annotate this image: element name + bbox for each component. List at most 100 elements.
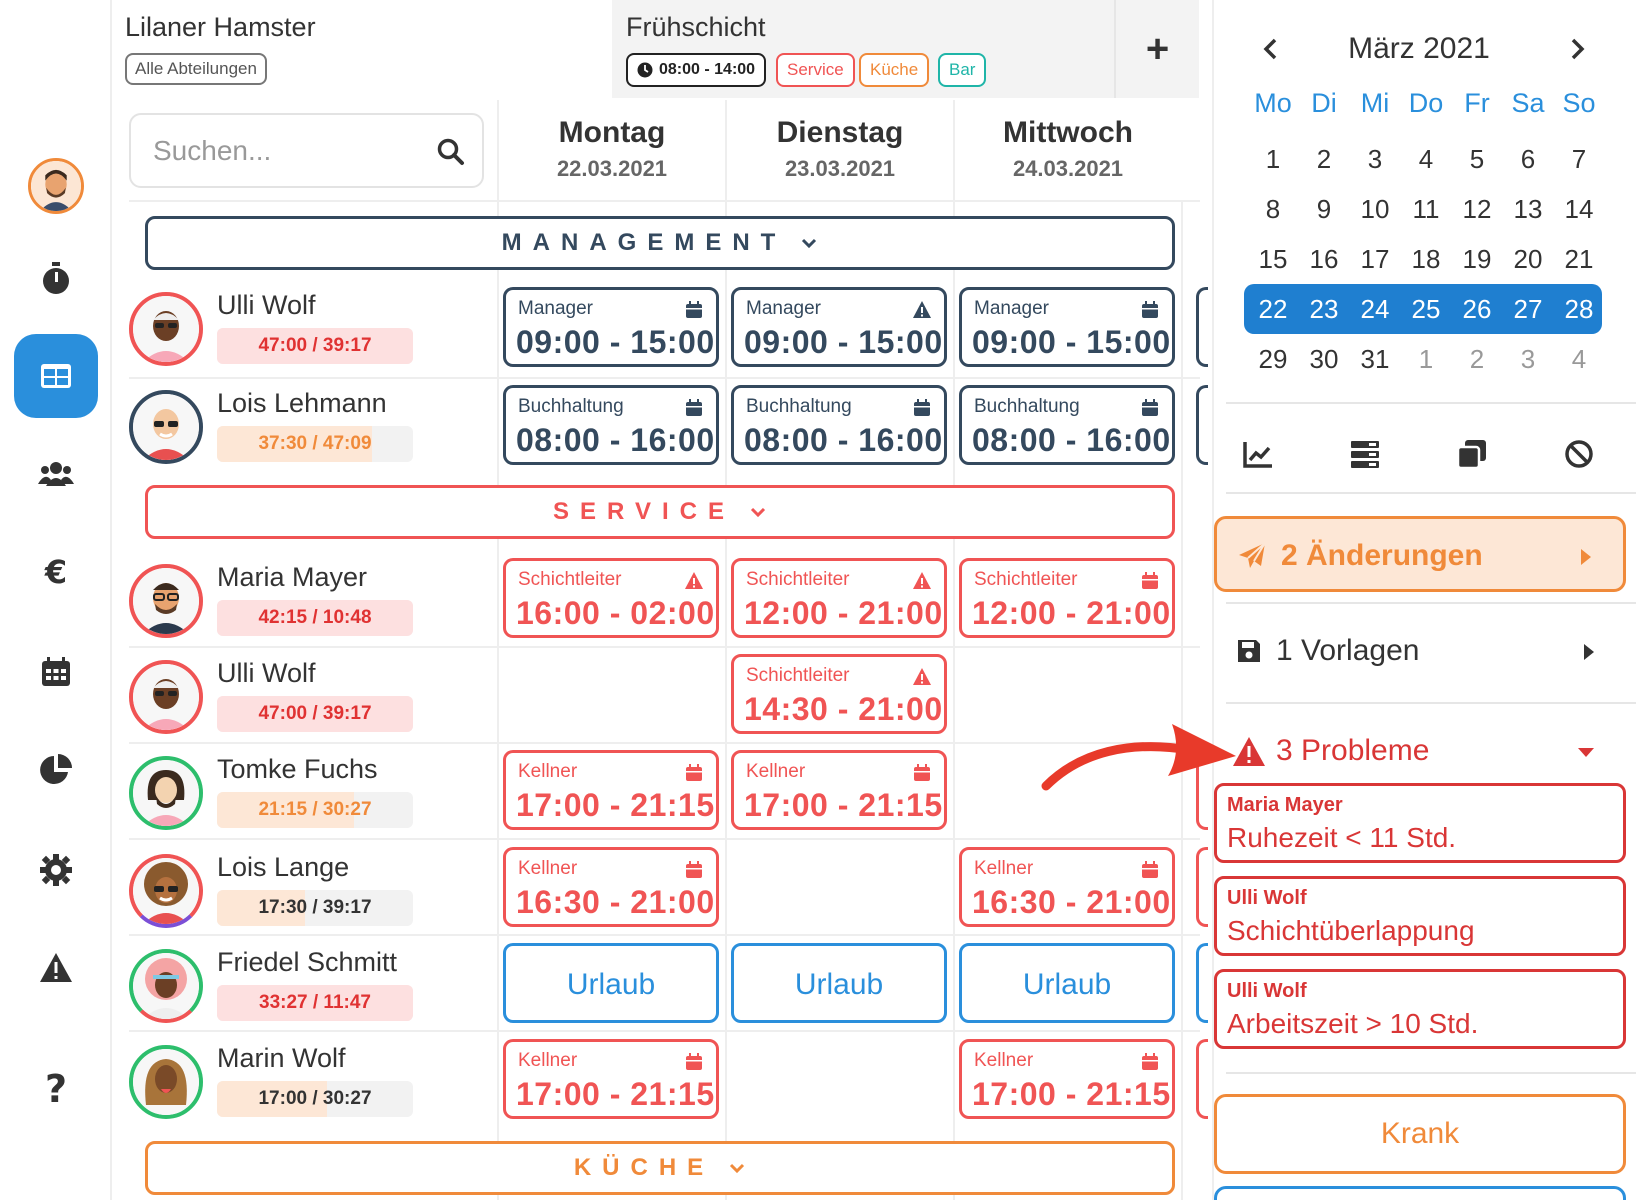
nav-stopwatch[interactable] [14, 236, 98, 320]
calendar-day[interactable]: 29 [1248, 339, 1298, 379]
sick-button[interactable]: Krank [1214, 1094, 1626, 1174]
employee-row[interactable]: Maria Mayer 42:15 / 10:48 [129, 556, 484, 648]
employee-row[interactable]: Ulli Wolf 47:00 / 39:17 [129, 652, 484, 744]
calendar-day[interactable]: 5 [1452, 139, 1502, 179]
calendar-day[interactable]: 12 [1452, 189, 1502, 229]
calendar-day[interactable]: 24 [1350, 289, 1400, 329]
vacation-button[interactable] [1214, 1186, 1626, 1200]
shift-card-overflow[interactable] [1196, 943, 1208, 1023]
nav-employees[interactable] [14, 432, 98, 516]
calendar-day[interactable]: 4 [1401, 139, 1451, 179]
search-icon[interactable] [436, 137, 466, 167]
shift-card[interactable]: Schichtleiter 12:00 - 21:00 [731, 558, 947, 638]
copy-icon[interactable] [1456, 438, 1488, 470]
calendar-day[interactable]: 28 [1554, 289, 1604, 329]
nav-payroll[interactable]: € [14, 530, 98, 614]
shift-card[interactable]: Manager 09:00 - 15:00 [503, 287, 719, 367]
calendar-day[interactable]: 13 [1503, 189, 1553, 229]
shift-card[interactable]: Kellner 17:00 - 21:15 [731, 750, 947, 830]
employee-row[interactable]: Friedel Schmitt 33:27 / 11:47 [129, 941, 484, 1033]
vacation-card[interactable]: Urlaub [959, 943, 1175, 1023]
calendar-day[interactable]: 4 [1554, 339, 1604, 379]
nav-calendar[interactable] [14, 630, 98, 714]
vacation-card[interactable]: Urlaub [503, 943, 719, 1023]
tag-kueche[interactable]: Küche [859, 53, 930, 87]
shift-card[interactable]: Buchhaltung 08:00 - 16:00 [959, 385, 1175, 465]
problems-row[interactable]: 3 Probleme [1214, 728, 1626, 778]
add-shift-template-button[interactable]: + [1114, 0, 1199, 98]
shift-card-overflow[interactable] [1196, 385, 1208, 465]
shift-card-overflow[interactable] [1196, 287, 1208, 367]
calendar-day[interactable]: 8 [1248, 189, 1298, 229]
employee-row[interactable]: Lois Lange 17:30 / 39:17 [129, 846, 484, 938]
problem-card[interactable]: Ulli Wolf Schichtüberlappung [1214, 876, 1626, 956]
calendar-day[interactable]: 18 [1401, 239, 1451, 279]
shift-card-overflow[interactable] [1196, 847, 1208, 927]
nav-schedule[interactable] [14, 334, 98, 418]
shift-card[interactable]: Kellner 16:30 - 21:00 [959, 847, 1175, 927]
department-banner-management[interactable]: MANAGEMENT [145, 216, 1175, 270]
chevron-right-icon[interactable] [1564, 36, 1590, 62]
tag-bar[interactable]: Bar [938, 53, 987, 87]
department-banner-service[interactable]: SERVICE [145, 485, 1175, 539]
tag-service[interactable]: Service [776, 53, 855, 87]
nav-problems[interactable] [14, 926, 98, 1010]
calendar-day[interactable]: 20 [1503, 239, 1553, 279]
changes-button[interactable]: 2 Änderungen [1214, 516, 1626, 592]
problem-card[interactable]: Ulli Wolf Arbeitszeit > 10 Std. [1214, 969, 1626, 1049]
calendar-day[interactable]: 16 [1299, 239, 1349, 279]
calendar-day[interactable]: 21 [1554, 239, 1604, 279]
shift-template-header[interactable]: Frühschicht 08:00 - 14:00 Service Küche … [612, 0, 1114, 98]
calendar-day[interactable]: 15 [1248, 239, 1298, 279]
shift-card[interactable]: Schichtleiter 14:30 - 21:00 [731, 654, 947, 734]
shift-card[interactable]: Kellner 17:00 - 21:15 [503, 1039, 719, 1119]
employee-row[interactable]: Tomke Fuchs 21:15 / 30:27 [129, 748, 484, 840]
user-avatar[interactable] [28, 158, 84, 214]
calendar-day[interactable]: 3 [1503, 339, 1553, 379]
calendar-day[interactable]: 10 [1350, 189, 1400, 229]
employee-row[interactable]: Marin Wolf 17:00 / 30:27 [129, 1037, 484, 1129]
calendar-day[interactable]: 2 [1452, 339, 1502, 379]
shift-card-overflow[interactable] [1196, 1039, 1208, 1119]
department-banner-kueche[interactable]: KÜCHE [145, 1141, 1175, 1195]
calendar-day[interactable]: 1 [1248, 139, 1298, 179]
calendar-day[interactable]: 6 [1503, 139, 1553, 179]
department-filter[interactable]: Alle Abteilungen [125, 53, 267, 85]
calendar-day[interactable]: 14 [1554, 189, 1604, 229]
calendar-day[interactable]: 25 [1401, 289, 1451, 329]
calendar-day[interactable]: 19 [1452, 239, 1502, 279]
nav-settings[interactable] [14, 828, 98, 912]
templates-row[interactable]: 1 Vorlagen [1214, 626, 1626, 676]
shift-card[interactable]: Schichtleiter 12:00 - 21:00 [959, 558, 1175, 638]
nav-help[interactable]: ? [14, 1046, 98, 1130]
calendar-day[interactable]: 1 [1401, 339, 1451, 379]
calendar-day[interactable]: 31 [1350, 339, 1400, 379]
shift-card[interactable]: Manager 09:00 - 15:00 [731, 287, 947, 367]
calendar-day[interactable]: 27 [1503, 289, 1553, 329]
shift-card[interactable]: Manager 09:00 - 15:00 [959, 287, 1175, 367]
nav-reports[interactable] [14, 728, 98, 812]
employee-row[interactable]: Lois Lehmann 37:30 / 47:09 [129, 382, 484, 474]
calendar-day[interactable]: 3 [1350, 139, 1400, 179]
problem-card[interactable]: Maria Mayer Ruhezeit < 11 Std. [1214, 783, 1626, 863]
shift-card[interactable]: Kellner 16:30 - 21:00 [503, 847, 719, 927]
search-input[interactable] [153, 135, 423, 167]
calendar-day[interactable]: 7 [1554, 139, 1604, 179]
calendar-day[interactable]: 22 [1248, 289, 1298, 329]
shift-card[interactable]: Buchhaltung 08:00 - 16:00 [503, 385, 719, 465]
shift-card[interactable]: Buchhaltung 08:00 - 16:00 [731, 385, 947, 465]
shift-card[interactable]: Kellner 17:00 - 21:15 [503, 750, 719, 830]
shift-card[interactable]: Schichtleiter 16:00 - 02:00 [503, 558, 719, 638]
calendar-day[interactable]: 30 [1299, 339, 1349, 379]
calendar-day[interactable]: 23 [1299, 289, 1349, 329]
calendar-day[interactable]: 11 [1401, 189, 1451, 229]
calendar-day[interactable]: 26 [1452, 289, 1502, 329]
list-icon[interactable] [1349, 438, 1381, 470]
calendar-day[interactable]: 9 [1299, 189, 1349, 229]
shift-card[interactable]: Kellner 17:00 - 21:15 [959, 1039, 1175, 1119]
ban-icon[interactable] [1563, 438, 1595, 470]
calendar-day[interactable]: 17 [1350, 239, 1400, 279]
vacation-card[interactable]: Urlaub [731, 943, 947, 1023]
calendar-day[interactable]: 2 [1299, 139, 1349, 179]
chart-line-icon[interactable] [1242, 438, 1274, 470]
